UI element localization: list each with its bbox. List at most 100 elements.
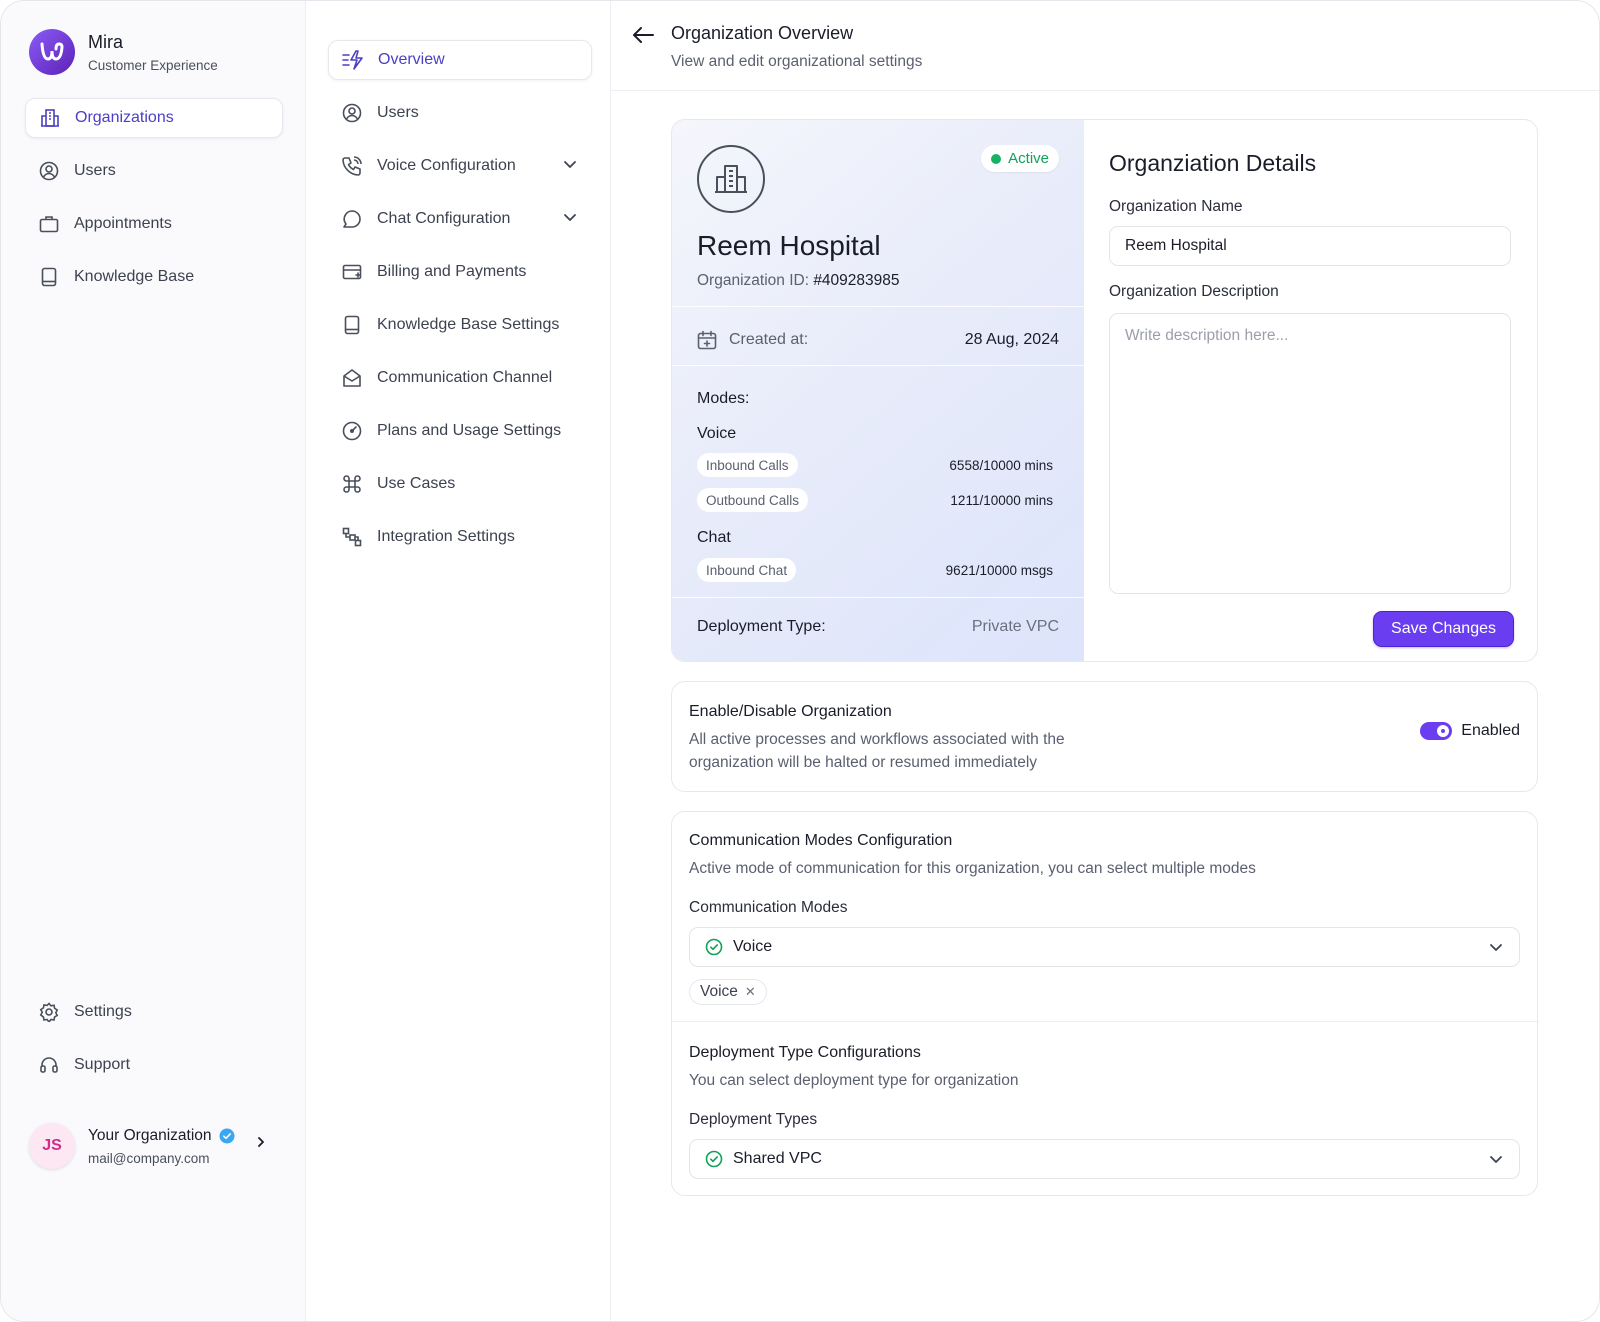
chevron-down-icon[interactable]: [562, 209, 578, 230]
sidebar-nav: Organizations Users Appointments Knowled…: [25, 98, 283, 310]
building-icon: [697, 145, 765, 213]
sidebar-item-label: Users: [74, 162, 116, 179]
sidebar-item-appointments[interactable]: Appointments: [25, 204, 283, 244]
book-icon: [341, 314, 363, 336]
subnav-item-overview[interactable]: Overview: [328, 40, 592, 80]
back-arrow-icon[interactable]: [629, 21, 657, 49]
usage-chip: Outbound Calls: [697, 488, 809, 512]
deployment-type-row: Deployment Type: Private VPC: [697, 612, 1059, 642]
subnav-item-label: Users: [377, 104, 419, 121]
organization-summary-panel: Active Reem Hospital Organization ID: #4…: [672, 120, 1084, 661]
deployment-types-label: Deployment Types: [689, 1111, 818, 1128]
chevron-down-icon: [1488, 939, 1504, 955]
organization-name-label: Organization Name: [1109, 198, 1243, 215]
card-description-line: All active processes and workflows assoc…: [689, 731, 1065, 748]
organization-description-input[interactable]: [1109, 313, 1511, 594]
chevron-right-icon[interactable]: [254, 1135, 268, 1154]
organization-overview-card: Active Reem Hospital Organization ID: #4…: [671, 119, 1538, 662]
card-description: Active mode of communication for this or…: [689, 860, 1256, 877]
building-icon: [39, 107, 61, 129]
integration-icon: [341, 526, 363, 548]
calendar-icon: [697, 330, 717, 350]
sidebar-item-users[interactable]: Users: [25, 151, 283, 191]
divider: [672, 306, 1084, 307]
gear-icon: [38, 1001, 60, 1023]
profile-name: Your Organization: [88, 1126, 212, 1144]
avatar: JS: [29, 1123, 75, 1169]
user-circle-icon: [38, 160, 60, 182]
sidebar-item-organizations[interactable]: Organizations: [25, 98, 283, 138]
command-icon: [341, 473, 363, 495]
created-at-row: Created at: 28 Aug, 2024: [697, 322, 1059, 358]
overview-icon: [342, 49, 364, 71]
status-badge: Active: [981, 145, 1059, 172]
subnav-item-voice-configuration[interactable]: Voice Configuration: [328, 146, 592, 186]
subnav-item-label: Overview: [378, 51, 445, 68]
card-description: All active processes and workflows assoc…: [689, 728, 1065, 774]
subnav-item-users[interactable]: Users: [328, 93, 592, 133]
envelope-icon: [341, 367, 363, 389]
organization-id-value: #409283985: [813, 272, 900, 289]
page-title: Organization Overview: [671, 23, 854, 43]
organization-name: Reem Hospital: [697, 230, 881, 261]
subnav-item-label: Integration Settings: [377, 528, 515, 545]
subnav-item-billing[interactable]: Billing and Payments: [328, 252, 592, 292]
tag-label: Voice: [700, 983, 738, 1000]
chevron-down-icon[interactable]: [562, 156, 578, 177]
usage-value: 6558/10000 mins: [949, 457, 1053, 473]
sidebar-item-label: Settings: [74, 1003, 132, 1020]
card-description: You can select deployment type for organ…: [689, 1072, 1019, 1089]
chat-icon: [341, 208, 363, 230]
subnav-item-communication-channel[interactable]: Communication Channel: [328, 358, 592, 398]
subnav-item-integration-settings[interactable]: Integration Settings: [328, 517, 592, 557]
user-circle-icon: [341, 102, 363, 124]
sidebar-item-label: Appointments: [74, 215, 172, 232]
divider: [672, 365, 1084, 366]
sidebar-item-label: Support: [74, 1056, 131, 1073]
divider: [672, 597, 1084, 598]
profile-card[interactable]: JS Your Organization mail@company.com: [29, 1119, 279, 1173]
subnav-item-label: Billing and Payments: [377, 263, 527, 280]
enable-toggle[interactable]: [1420, 722, 1453, 740]
sidebar-item-settings[interactable]: Settings: [25, 992, 283, 1032]
sidebar-bottom-nav: Settings Support: [25, 992, 283, 1098]
selected-mode-tag: Voice ✕: [689, 979, 767, 1005]
enable-disable-card: Enable/Disable Organization All active p…: [671, 681, 1538, 792]
headset-icon: [38, 1054, 60, 1076]
close-icon[interactable]: ✕: [745, 984, 756, 1000]
deployment-type-label: Deployment Type:: [697, 618, 826, 635]
page-header: Organization Overview View and edit orga…: [611, 1, 1599, 91]
profile-email: mail@company.com: [88, 1150, 210, 1166]
subnav-item-chat-configuration[interactable]: Chat Configuration: [328, 199, 592, 239]
organization-id-label: Organization ID:: [697, 272, 809, 289]
toggle-label: Enabled: [1461, 722, 1520, 739]
sidebar-item-knowledge-base[interactable]: Knowledge Base: [25, 257, 283, 297]
brand-subtitle: Customer Experience: [88, 57, 218, 73]
sidebar-item-label: Organizations: [75, 109, 174, 126]
subnav-item-knowledge-base-settings[interactable]: Knowledge Base Settings: [328, 305, 592, 345]
select-value: Shared VPC: [733, 1150, 822, 1167]
usage-row: Outbound Calls 1211/10000 mins: [697, 487, 1053, 513]
subnav-item-use-cases[interactable]: Use Cases: [328, 464, 592, 504]
brand-logo: [29, 29, 75, 75]
subnav-item-plans-usage[interactable]: Plans and Usage Settings: [328, 411, 592, 451]
organization-details-form: Organziation Details Organization Name O…: [1084, 120, 1537, 661]
organization-name-input[interactable]: [1109, 226, 1511, 266]
created-at-label: Created at:: [729, 331, 809, 348]
sidebar-item-support[interactable]: Support: [25, 1045, 283, 1085]
communication-modes-label: Communication Modes: [689, 899, 848, 916]
subnav-item-label: Chat Configuration: [377, 210, 511, 227]
details-title: Organziation Details: [1109, 150, 1317, 176]
deployment-types-select[interactable]: Shared VPC: [689, 1139, 1520, 1179]
usage-chip: Inbound Chat: [697, 558, 797, 582]
communication-modes-select[interactable]: Voice: [689, 927, 1520, 967]
org-subnav: Overview Users Voice Configuration Chat …: [306, 1, 611, 1321]
modes-label: Modes:: [697, 390, 750, 407]
chat-mode-label: Chat: [697, 529, 731, 546]
phone-icon: [341, 155, 363, 177]
sidebar: Mira Customer Experience Organizations U…: [1, 1, 306, 1321]
status-label: Active: [1008, 150, 1049, 167]
chevron-down-icon: [1488, 1151, 1504, 1167]
deployment-type-value: Private VPC: [971, 618, 1059, 635]
save-changes-button[interactable]: Save Changes: [1373, 611, 1514, 647]
